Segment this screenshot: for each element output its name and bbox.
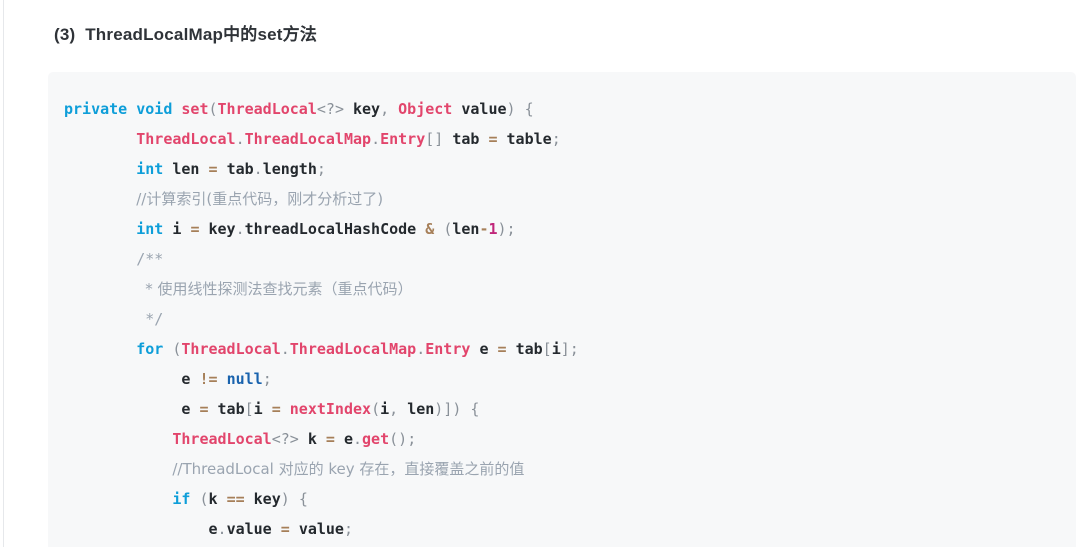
code-block[interactable]: private void set(ThreadLocal<?> key, Obj… xyxy=(48,72,1076,547)
article-content: (3) ThreadLocalMap中的set方法 private void s… xyxy=(0,0,1076,547)
code-content: private void set(ThreadLocal<?> key, Obj… xyxy=(64,94,579,544)
page-title: (3) ThreadLocalMap中的set方法 xyxy=(54,25,318,44)
code-source: private void set(ThreadLocal<?> key, Obj… xyxy=(64,100,579,538)
